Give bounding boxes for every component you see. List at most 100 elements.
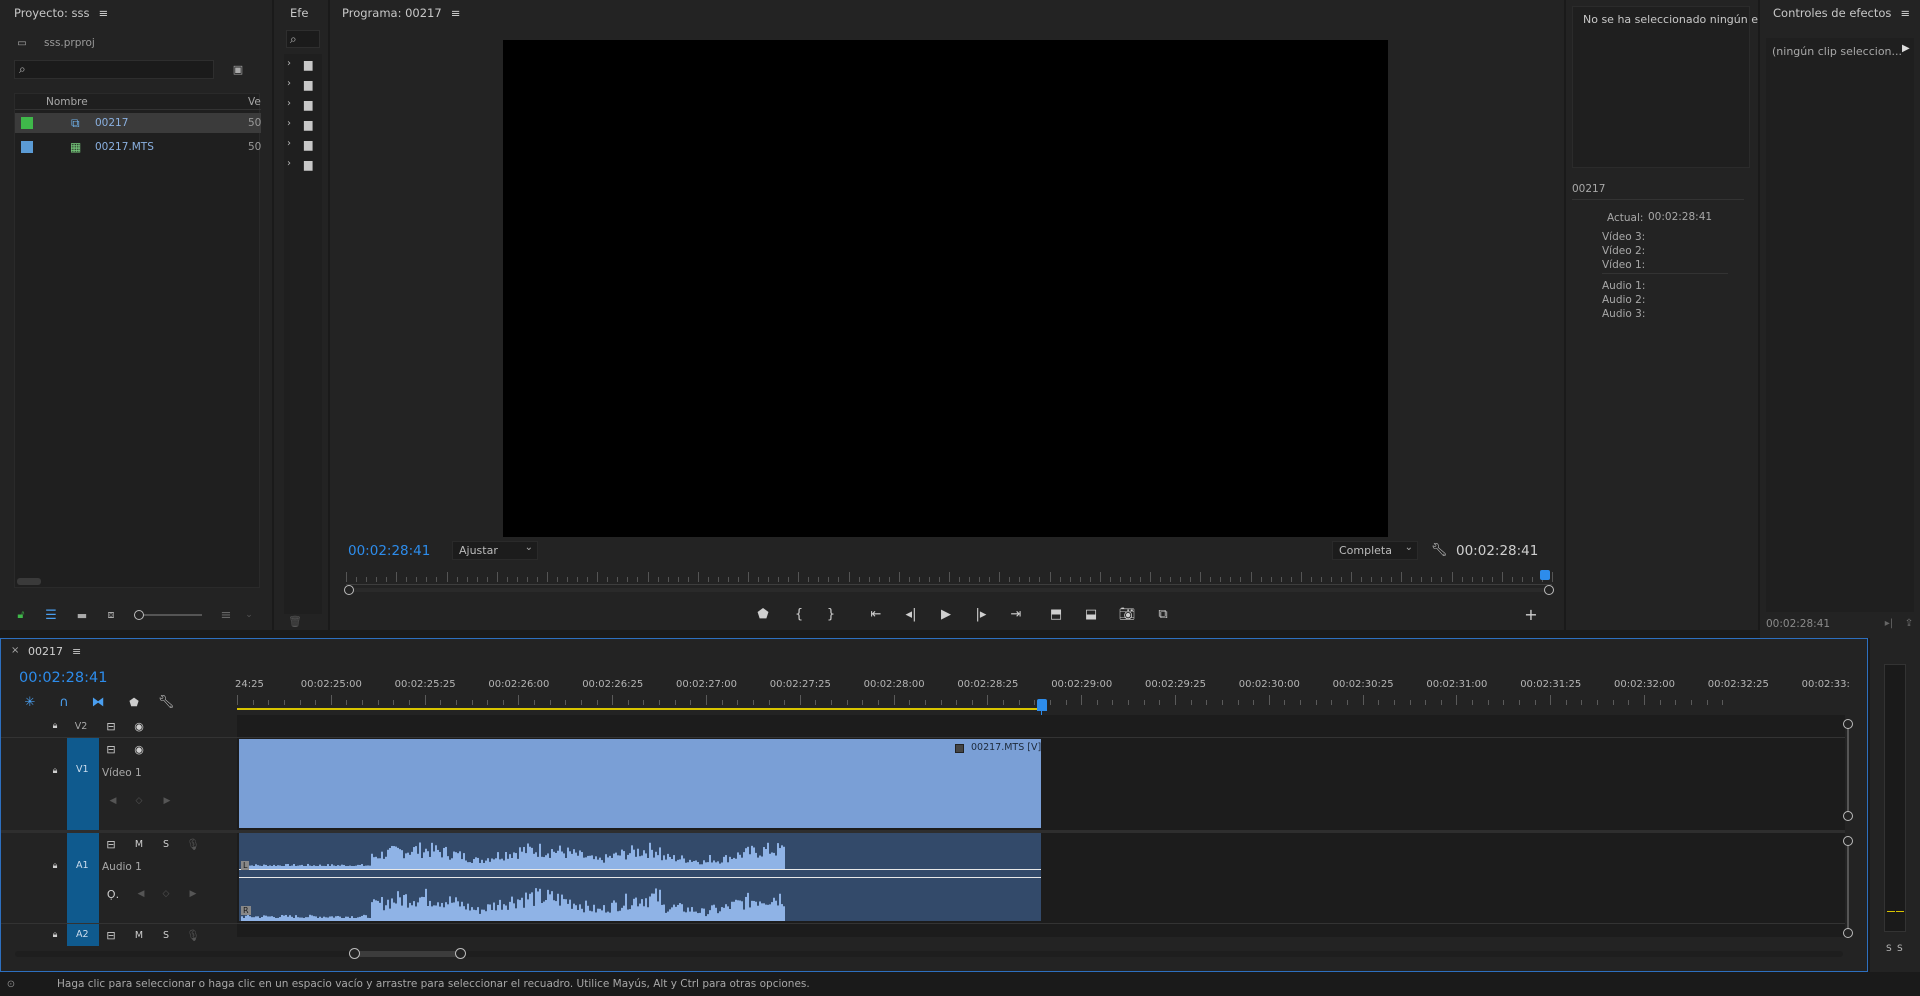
eye-icon[interactable]: ◉ <box>131 719 147 733</box>
linked-selection-icon[interactable]: ⧓ <box>89 694 107 710</box>
tree-folder[interactable]: › ▆ <box>284 76 322 94</box>
export-icon[interactable]: ⇪ <box>1902 616 1916 630</box>
voiceover-mic-icon[interactable]: 🎙︎ <box>185 928 201 942</box>
voiceover-mic-icon[interactable]: 🎙︎ <box>185 837 201 851</box>
video-preview[interactable] <box>503 40 1388 537</box>
timeline-zoom-scrollbar[interactable] <box>15 948 1843 959</box>
mute-button[interactable]: M <box>131 837 147 851</box>
scroll-handle[interactable] <box>1843 719 1853 729</box>
zoom-slider[interactable] <box>134 610 202 620</box>
step-back-button[interactable]: ◂| <box>900 604 922 624</box>
sync-lock-icon[interactable]: ⊟ <box>103 719 119 733</box>
zoom-bar-left-handle[interactable] <box>344 585 354 595</box>
video-clip[interactable]: 00217.MTS [V] <box>239 739 1041 828</box>
work-area-bar[interactable] <box>237 708 1043 710</box>
go-to-out-button[interactable]: ⇥ <box>1005 604 1027 624</box>
solo-left-button[interactable]: S <box>1886 944 1892 954</box>
track-target-a2[interactable]: A2 <box>67 924 99 946</box>
zoom-scroll-right-handle[interactable] <box>455 948 466 959</box>
scroll-handle[interactable] <box>1843 928 1853 938</box>
track-target-v1[interactable]: V1 <box>67 738 99 830</box>
timeline-playhead-handle[interactable] <box>1037 699 1047 711</box>
add-keyframe-icon[interactable]: ◇ <box>131 794 147 808</box>
mark-out-button[interactable]: } <box>820 604 842 624</box>
tree-folder[interactable]: › ▆ <box>284 136 322 154</box>
panel-menu-icon[interactable]: ≡ <box>99 6 109 20</box>
mark-in-button[interactable]: { <box>788 604 810 624</box>
export-frame-camera-icon[interactable]: 📷︎ <box>1116 604 1138 624</box>
monitor-time-ruler[interactable] <box>346 570 1553 586</box>
solo-button[interactable]: S <box>158 928 174 942</box>
list-item[interactable]: ▦ 00217.MTS 50 <box>15 137 261 157</box>
step-to-end-icon[interactable]: ▸| <box>1882 616 1896 630</box>
label-color-swatch[interactable] <box>21 141 33 153</box>
playhead-marker[interactable] <box>1540 570 1550 580</box>
list-view-icon[interactable]: ☰ <box>43 608 59 623</box>
track-lock-icon[interactable]: 🔒︎ <box>47 719 63 733</box>
trash-icon[interactable]: 🗑︎ <box>288 614 302 628</box>
expand-arrow-icon[interactable]: ▶ <box>1902 43 1910 54</box>
solo-button[interactable]: S <box>158 837 174 851</box>
timeline-settings-wrench-icon[interactable]: 🔧︎ <box>157 694 175 710</box>
zoom-scroll-left-handle[interactable] <box>349 948 360 959</box>
track-lock-icon[interactable]: 🔒︎ <box>47 928 63 942</box>
add-keyframe-icon[interactable]: ◇ <box>158 887 174 901</box>
track-target-v2[interactable]: V2 <box>73 719 89 733</box>
label-color-swatch[interactable] <box>21 117 33 129</box>
tree-folder[interactable]: › ▆ <box>284 156 322 174</box>
panel-menu-icon[interactable]: ≡ <box>451 6 461 20</box>
volume-rubber-band[interactable] <box>239 869 1041 870</box>
quality-select[interactable]: Completa ⌄ <box>1332 541 1418 560</box>
add-marker-button[interactable]: ⬟ <box>752 604 774 624</box>
next-keyframe-icon[interactable]: ▶ <box>185 887 201 901</box>
panel-menu-icon[interactable]: ≡ <box>1900 6 1910 20</box>
project-search-input[interactable]: ⌕ <box>14 60 214 79</box>
solo-right-button[interactable]: S <box>1897 944 1903 954</box>
add-button-plus-icon[interactable]: + <box>1520 604 1542 624</box>
effect-controls-title[interactable]: Controles de efectos ≡ <box>1773 6 1910 20</box>
icon-view-icon[interactable]: ▬ <box>74 608 90 622</box>
fit-select[interactable]: Ajustar ⌄ <box>452 541 538 560</box>
timeline-tab[interactable]: 00217 ≡ <box>28 645 81 658</box>
volume-keyframe-icon[interactable]: Ọ. <box>105 887 121 901</box>
col-name-header[interactable]: Nombre <box>46 96 88 108</box>
horizontal-scrollbar[interactable] <box>17 578 41 585</box>
audio-clip[interactable]: L R <box>239 833 1041 921</box>
track-lock-icon[interactable]: 🔒︎ <box>47 764 63 778</box>
sync-lock-icon[interactable]: ⊟ <box>103 742 119 756</box>
col-ve-header[interactable]: Ve <box>248 96 261 108</box>
playhead-timecode[interactable]: 00:02:28:41 <box>348 543 430 559</box>
compare-view-button[interactable]: ⧉ <box>1152 604 1174 624</box>
next-keyframe-icon[interactable]: ▶ <box>159 794 175 808</box>
step-forward-button[interactable]: |▸ <box>970 604 992 624</box>
lift-button[interactable]: ⬒ <box>1045 604 1067 624</box>
scroll-handle[interactable] <box>1843 811 1853 821</box>
prev-keyframe-icon[interactable]: ◀ <box>105 794 121 808</box>
vertical-scroll-video[interactable] <box>1843 719 1853 821</box>
eye-icon[interactable]: ◉ <box>131 742 147 756</box>
snap-magnet-icon[interactable]: ∩ <box>55 694 73 710</box>
tree-folder[interactable]: › ▆ <box>284 96 322 114</box>
track-target-a1[interactable]: A1 <box>67 833 99 923</box>
sync-lock-icon[interactable]: ⊟ <box>103 928 119 942</box>
mute-button[interactable]: M <box>131 928 147 942</box>
settings-wrench-icon[interactable]: 🔧︎ <box>1430 541 1448 559</box>
sync-lock-icon[interactable]: ⊟ <box>103 837 119 851</box>
play-button[interactable]: ▶ <box>935 604 957 624</box>
zoom-scroll-thumb[interactable] <box>355 951 463 957</box>
extract-button[interactable]: ⬓ <box>1080 604 1102 624</box>
freeform-view-icon[interactable]: ⧈ <box>101 608 121 622</box>
timeline-timecode[interactable]: 00:02:28:41 <box>19 670 107 686</box>
zoom-bar[interactable] <box>344 585 1554 595</box>
effects-panel-title[interactable]: Efe <box>290 6 308 20</box>
close-tab-icon[interactable]: × <box>11 645 19 656</box>
chevron-down-icon[interactable]: ⌄ <box>244 608 254 622</box>
project-panel-title[interactable]: Proyecto: sss ≡ <box>14 6 108 20</box>
list-item[interactable]: ⧉ 00217 50 <box>15 113 261 133</box>
vertical-scroll-audio[interactable] <box>1843 836 1853 938</box>
track-lock-icon[interactable]: 🔒︎ <box>47 859 63 873</box>
effects-search-input[interactable]: ⌕ <box>286 30 320 48</box>
lock-icon[interactable]: 🔓︎ <box>14 608 28 622</box>
go-to-in-button[interactable]: ⇤ <box>865 604 887 624</box>
tree-folder[interactable]: › ▆ <box>284 56 322 74</box>
